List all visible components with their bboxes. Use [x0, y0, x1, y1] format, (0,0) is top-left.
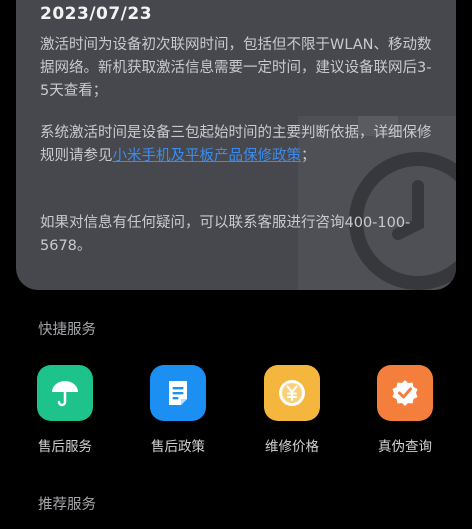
service-label: 真伪查询 — [378, 439, 432, 455]
authenticity-check-button[interactable]: 真伪查询 — [360, 365, 450, 455]
service-label: 售后服务 — [38, 439, 92, 455]
umbrella-icon — [52, 381, 78, 407]
service-label: 维修价格 — [265, 439, 319, 455]
warranty-note-suffix: ； — [301, 148, 316, 164]
verified-badge-icon — [392, 380, 418, 406]
after-sales-policy-button[interactable]: 售后政策 — [133, 365, 223, 455]
umbrella-tile — [37, 365, 93, 421]
coin-tile — [264, 365, 320, 421]
activation-note: 激活时间为设备初次联网时间，包括但不限于WLAN、移动数据网络。新机获取激活信息… — [40, 37, 432, 99]
after-sales-service-button[interactable]: 售后服务 — [20, 365, 110, 455]
activation-date: 2023/07/23 — [40, 4, 153, 24]
activation-info-card: 2023/07/23 激活时间为设备初次联网时间，包括但不限于WLAN、移动数据… — [16, 0, 456, 290]
yuan-coin-icon — [279, 380, 305, 406]
document-tile — [150, 365, 206, 421]
badge-tile — [377, 365, 433, 421]
warranty-policy-link[interactable]: 小米手机及平板产品保修政策 — [113, 148, 302, 164]
quick-services-title: 快捷服务 — [38, 322, 96, 338]
quick-services-grid: 售后服务 售后政策 维修价格 真伪查询 — [0, 365, 472, 465]
contact-note: 如果对信息有任何疑问，可以联系客服进行咨询400-100-5678。 — [40, 215, 411, 254]
warranty-note: 系统激活时间是设备三包起始时间的主要判断依据，详细保修规则请参见小米手机及平板产… — [40, 122, 432, 168]
recommended-services-title: 推荐服务 — [38, 497, 96, 513]
repair-price-button[interactable]: 维修价格 — [247, 365, 337, 455]
document-icon — [169, 381, 187, 405]
service-label: 售后政策 — [151, 439, 205, 455]
